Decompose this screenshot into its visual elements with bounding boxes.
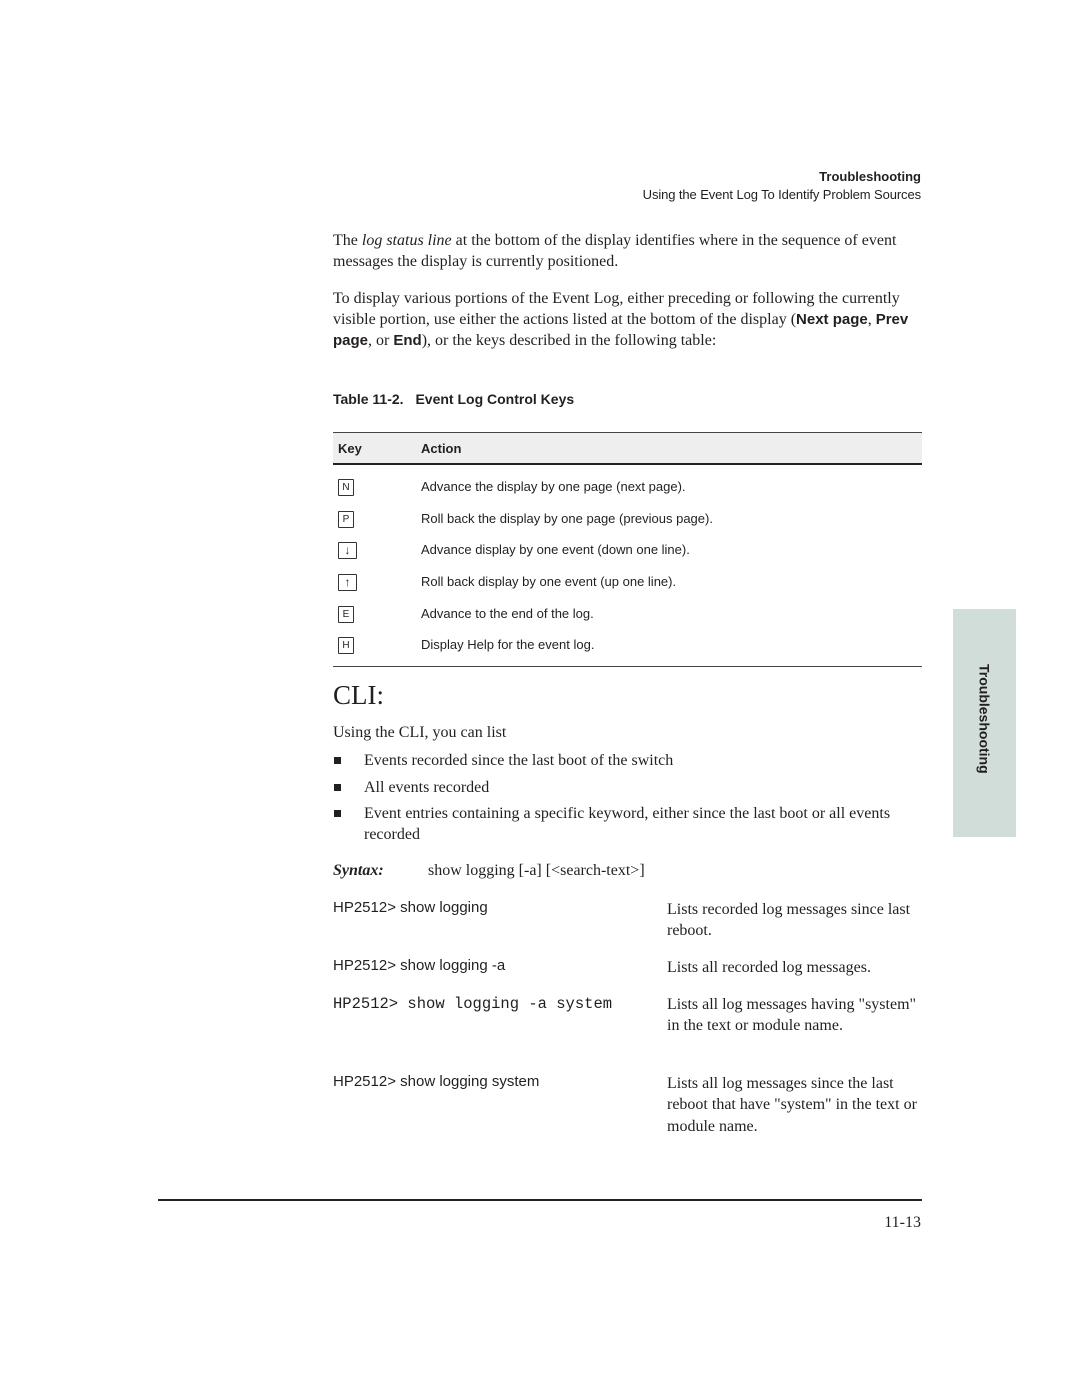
chapter-side-tab: Troubleshooting [953,609,1016,837]
e-key-icon: E [338,605,354,623]
bullet-square-icon [334,810,341,817]
cli-command: HP2512> show logging system [333,1073,540,1090]
action-cell: Roll back display by one event (up one l… [421,574,677,590]
up-arrow-key-icon: ↑ [338,574,357,592]
table-row: H Display Help for the event log. [333,628,922,660]
running-header-subsection: Using the Event Log To Identify Problem … [642,187,921,202]
n-key-icon: N [338,479,354,496]
bullet-square-icon [334,783,341,791]
bullet-square-icon [334,757,341,764]
column-header-action: Action [421,441,462,456]
table-row: P Roll back the display by one page (pre… [333,502,922,534]
cli-command-description: Lists all log messages having "system" i… [667,996,917,1035]
down-arrow-key-icon: ↓ [338,542,357,560]
cli-bullet-list: Events recorded since the last boot of t… [333,750,923,851]
footer-divider [158,1199,922,1201]
cli-intro: Using the CLI, you can list [333,724,507,741]
emphasis-log-status-line: log status line [361,232,452,249]
bold-end: End [393,332,422,349]
bold-next-page: Next page [796,311,868,328]
action-cell: Advance display by one event (down one l… [421,542,690,558]
list-item: Events recorded since the last boot of t… [333,750,923,771]
table-caption: Table 11-2. Event Log Control Keys [333,391,574,407]
list-item: Event entries containing a specific keyw… [333,803,923,845]
table-row: ↑ Roll back display by one event (up one… [333,565,922,597]
table-header-row: Key Action [333,432,922,465]
cli-command: HP2512> show logging -a system [333,995,613,1013]
syntax-line: Syntax: show logging [-a] [<search-text>] [333,862,645,880]
cli-command-description: Lists all recorded log messages. [667,959,871,976]
cli-heading: CLI: [333,680,384,710]
action-cell: Roll back the display by one page (previ… [421,510,713,526]
side-tab-label: Troubleshooting [976,664,993,774]
table-row: ↓ Advance display by one event (down one… [333,533,922,565]
list-item: All events recorded [333,777,923,798]
p-key-icon: P [338,510,354,528]
syntax-text: show logging [-a] [<search-text>] [428,862,645,879]
event-log-control-keys-table: Key Action N Advance the display by one … [333,432,922,668]
cli-command-description: Lists recorded log messages since last r… [667,901,911,940]
table-body: N Advance the display by one page (next … [333,470,922,668]
table-number: Table 11-2. [333,391,404,407]
cli-command: HP2512> show logging -a [333,957,506,974]
column-header-key: Key [338,441,362,456]
table-row: E Advance to the end of the log. [333,597,922,629]
running-header-section: Troubleshooting [819,169,921,184]
h-key-icon: H [338,637,354,655]
cli-command: HP2512> show logging [333,899,488,916]
action-cell: Advance the display by one page (next pa… [421,479,686,494]
action-cell: Display Help for the event log. [421,637,595,653]
table-title: Event Log Control Keys [415,391,575,407]
action-cell: Advance to the end of the log. [421,605,594,621]
cli-command-description: Lists all log messages since the last re… [667,1075,917,1135]
table-row: N Advance the display by one page (next … [333,470,922,502]
syntax-label: Syntax: [333,862,384,879]
paragraph-log-status: The log status line at the bottom of the… [333,232,897,270]
paragraph-display-portions: To display various portions of the Event… [333,290,909,349]
page-number: 11-13 [884,1214,921,1231]
